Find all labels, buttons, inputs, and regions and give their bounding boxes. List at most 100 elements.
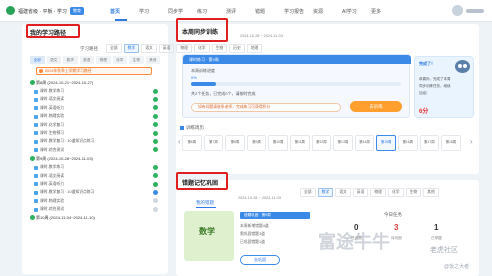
lesson-icon: [34, 190, 38, 195]
lesson-label: 课时-综合测试: [40, 207, 65, 212]
week-group-header[interactable]: 第8周 (2024-10-21~2024-10-27): [28, 78, 162, 87]
error-review-tab[interactable]: 化学: [387, 188, 404, 197]
week-card[interactable]: 第12周: [311, 135, 332, 151]
learning-path-tab[interactable]: 数学: [63, 56, 78, 64]
nav-item[interactable]: 练习: [197, 8, 226, 15]
lesson-label: 课时-化学复习: [40, 122, 65, 127]
my-errors-tab[interactable]: 我的错题: [196, 200, 214, 206]
lesson-label: 课时-生物预习: [40, 130, 65, 135]
learning-path-tab[interactable]: 英语: [79, 56, 94, 64]
lesson-row[interactable]: 课时-数学练习: [28, 163, 162, 171]
lesson-row[interactable]: 课时-物理实验: [28, 197, 162, 205]
sync-training-tab[interactable]: 地理: [246, 44, 263, 53]
start-training-button[interactable]: 去训练: [350, 101, 402, 112]
week-card[interactable]: 第14周: [354, 135, 375, 151]
nav-item[interactable]: 同步学: [168, 8, 197, 15]
error-review-tab[interactable]: 物理: [370, 188, 386, 197]
lesson-label: 课时-数学练习: [40, 165, 65, 170]
nav-item[interactable]: 测评: [226, 8, 255, 15]
error-review-tab[interactable]: 全部: [300, 188, 316, 197]
nav-item[interactable]: 错题: [255, 8, 284, 15]
lesson-row[interactable]: 课时-数学复习 · 10道知识点练习: [28, 137, 162, 145]
nav-item[interactable]: AI学习: [342, 8, 371, 15]
week-card[interactable]: 第16周: [397, 135, 418, 151]
lesson-label: 课时-物理实验: [40, 198, 65, 203]
lesson-row[interactable]: 课时-生物预习: [28, 129, 162, 137]
week-card[interactable]: 第15周: [376, 135, 396, 151]
week-card[interactable]: 第17周: [419, 135, 440, 151]
nav-item[interactable]: 更多: [371, 8, 400, 15]
lesson-icon: [34, 106, 38, 111]
week-status-icon: [30, 156, 35, 162]
learning-path-filter[interactable]: 2024年秋季上学期学习路径: [36, 67, 152, 75]
learning-path-tab[interactable]: 全部: [30, 56, 45, 64]
sync-training-tab[interactable]: 英语: [158, 44, 175, 53]
sync-training-tab[interactable]: 化学: [193, 44, 210, 53]
error-review-date: 2024-10-28 ~ 2024-11-03: [238, 196, 281, 200]
week-card[interactable]: 第6周: [182, 135, 202, 151]
learning-path-tab[interactable]: 其他: [145, 56, 160, 64]
lesson-row[interactable]: 课时-物理实验: [28, 112, 162, 120]
week-card[interactable]: 第9周: [246, 135, 267, 151]
week-card[interactable]: 第13周: [333, 135, 353, 151]
learning-path-tab[interactable]: 语文: [46, 56, 61, 64]
week-card[interactable]: 第7周: [203, 135, 224, 151]
daily-stat-value: 1: [434, 223, 439, 232]
week-group-header[interactable]: 第10周 (2024-11-04~2024-11-10): [28, 213, 162, 222]
learning-path-subtitle: 学习路径: [80, 46, 98, 51]
sync-training-tab[interactable]: 数学: [123, 44, 140, 53]
lesson-row[interactable]: 课时-综合测试: [28, 205, 162, 213]
start-review-button[interactable]: 去巩固: [240, 255, 280, 265]
nav-item[interactable]: 学习: [139, 8, 168, 15]
daily-stat-value: 3: [394, 223, 399, 232]
error-review-tab[interactable]: 生物: [405, 188, 422, 197]
nav-item[interactable]: 学习报告: [284, 8, 313, 15]
check-circle-icon: [153, 122, 158, 128]
lesson-row[interactable]: 课时-综合测试: [28, 146, 162, 154]
lesson-icon: [34, 199, 38, 204]
sync-training-tab[interactable]: 历史: [229, 44, 245, 53]
my-errors-underline: [196, 207, 216, 208]
error-review-line-2: 需巩固错题3道: [240, 232, 265, 236]
error-review-title: 错题记忆巩固: [182, 181, 219, 187]
completion-score: 6分: [419, 109, 429, 115]
training-calendar-label: 训练周历: [186, 125, 204, 130]
prev-week-arrow-icon[interactable]: ‹: [178, 137, 181, 146]
user-name[interactable]: [466, 9, 484, 13]
sync-training-tab[interactable]: 全部: [106, 44, 122, 53]
check-circle-icon: [153, 173, 158, 179]
week-card[interactable]: 第11周: [289, 135, 310, 151]
sync-training-tab[interactable]: 语文: [141, 44, 157, 53]
sync-task-card: 课时练习 · 第9周 本周训练进度 0% 共2个任务，已完成0个，请按时完成 如…: [182, 54, 411, 118]
lesson-row[interactable]: 课时-化学复习: [28, 121, 162, 129]
week-card[interactable]: 第10周: [268, 135, 288, 151]
lesson-row[interactable]: 课时-英语听力: [28, 104, 162, 112]
lesson-icon: [34, 139, 38, 144]
lesson-row[interactable]: 课时-数学复习 · 10道知识点练习: [28, 188, 162, 196]
error-review-tab[interactable]: 其他: [423, 188, 439, 197]
error-review-tab[interactable]: 数学: [317, 188, 334, 197]
learning-path-tab[interactable]: 化学: [112, 56, 127, 64]
sync-task-summary: 共2个任务，已完成0个，请按时完成: [191, 91, 256, 96]
nav-item[interactable]: 资源: [313, 8, 342, 15]
user-avatar[interactable]: [452, 5, 463, 16]
nav-item[interactable]: 首页: [110, 8, 139, 15]
lesson-row[interactable]: 课时-数学练习: [28, 87, 162, 95]
sync-training-tab[interactable]: 生物: [211, 44, 228, 53]
lesson-row[interactable]: 课时-英语听力: [28, 180, 162, 188]
lesson-row[interactable]: 课时-语文阅读: [28, 172, 162, 180]
learning-path-tab[interactable]: 生物: [129, 56, 144, 64]
week-card[interactable]: 第18周: [441, 135, 461, 151]
sync-training-tab[interactable]: 物理: [176, 44, 192, 53]
week-group-header[interactable]: 第9周 (2024-10-28~2024-11-03): [28, 154, 162, 163]
lesson-row[interactable]: 课时-语文阅读: [28, 95, 162, 103]
next-week-arrow-icon[interactable]: ›: [470, 137, 473, 146]
lesson-icon: [34, 89, 38, 94]
error-review-tab[interactable]: 语文: [335, 188, 351, 197]
week-group-label: 第10周 (2024-11-04~2024-11-10): [36, 215, 95, 221]
error-review-tab[interactable]: 英语: [352, 188, 369, 197]
week-card[interactable]: 第8周: [225, 135, 245, 151]
lesson-icon: [34, 174, 38, 179]
check-circle-icon: [153, 130, 158, 136]
learning-path-tab[interactable]: 物理: [96, 56, 111, 64]
